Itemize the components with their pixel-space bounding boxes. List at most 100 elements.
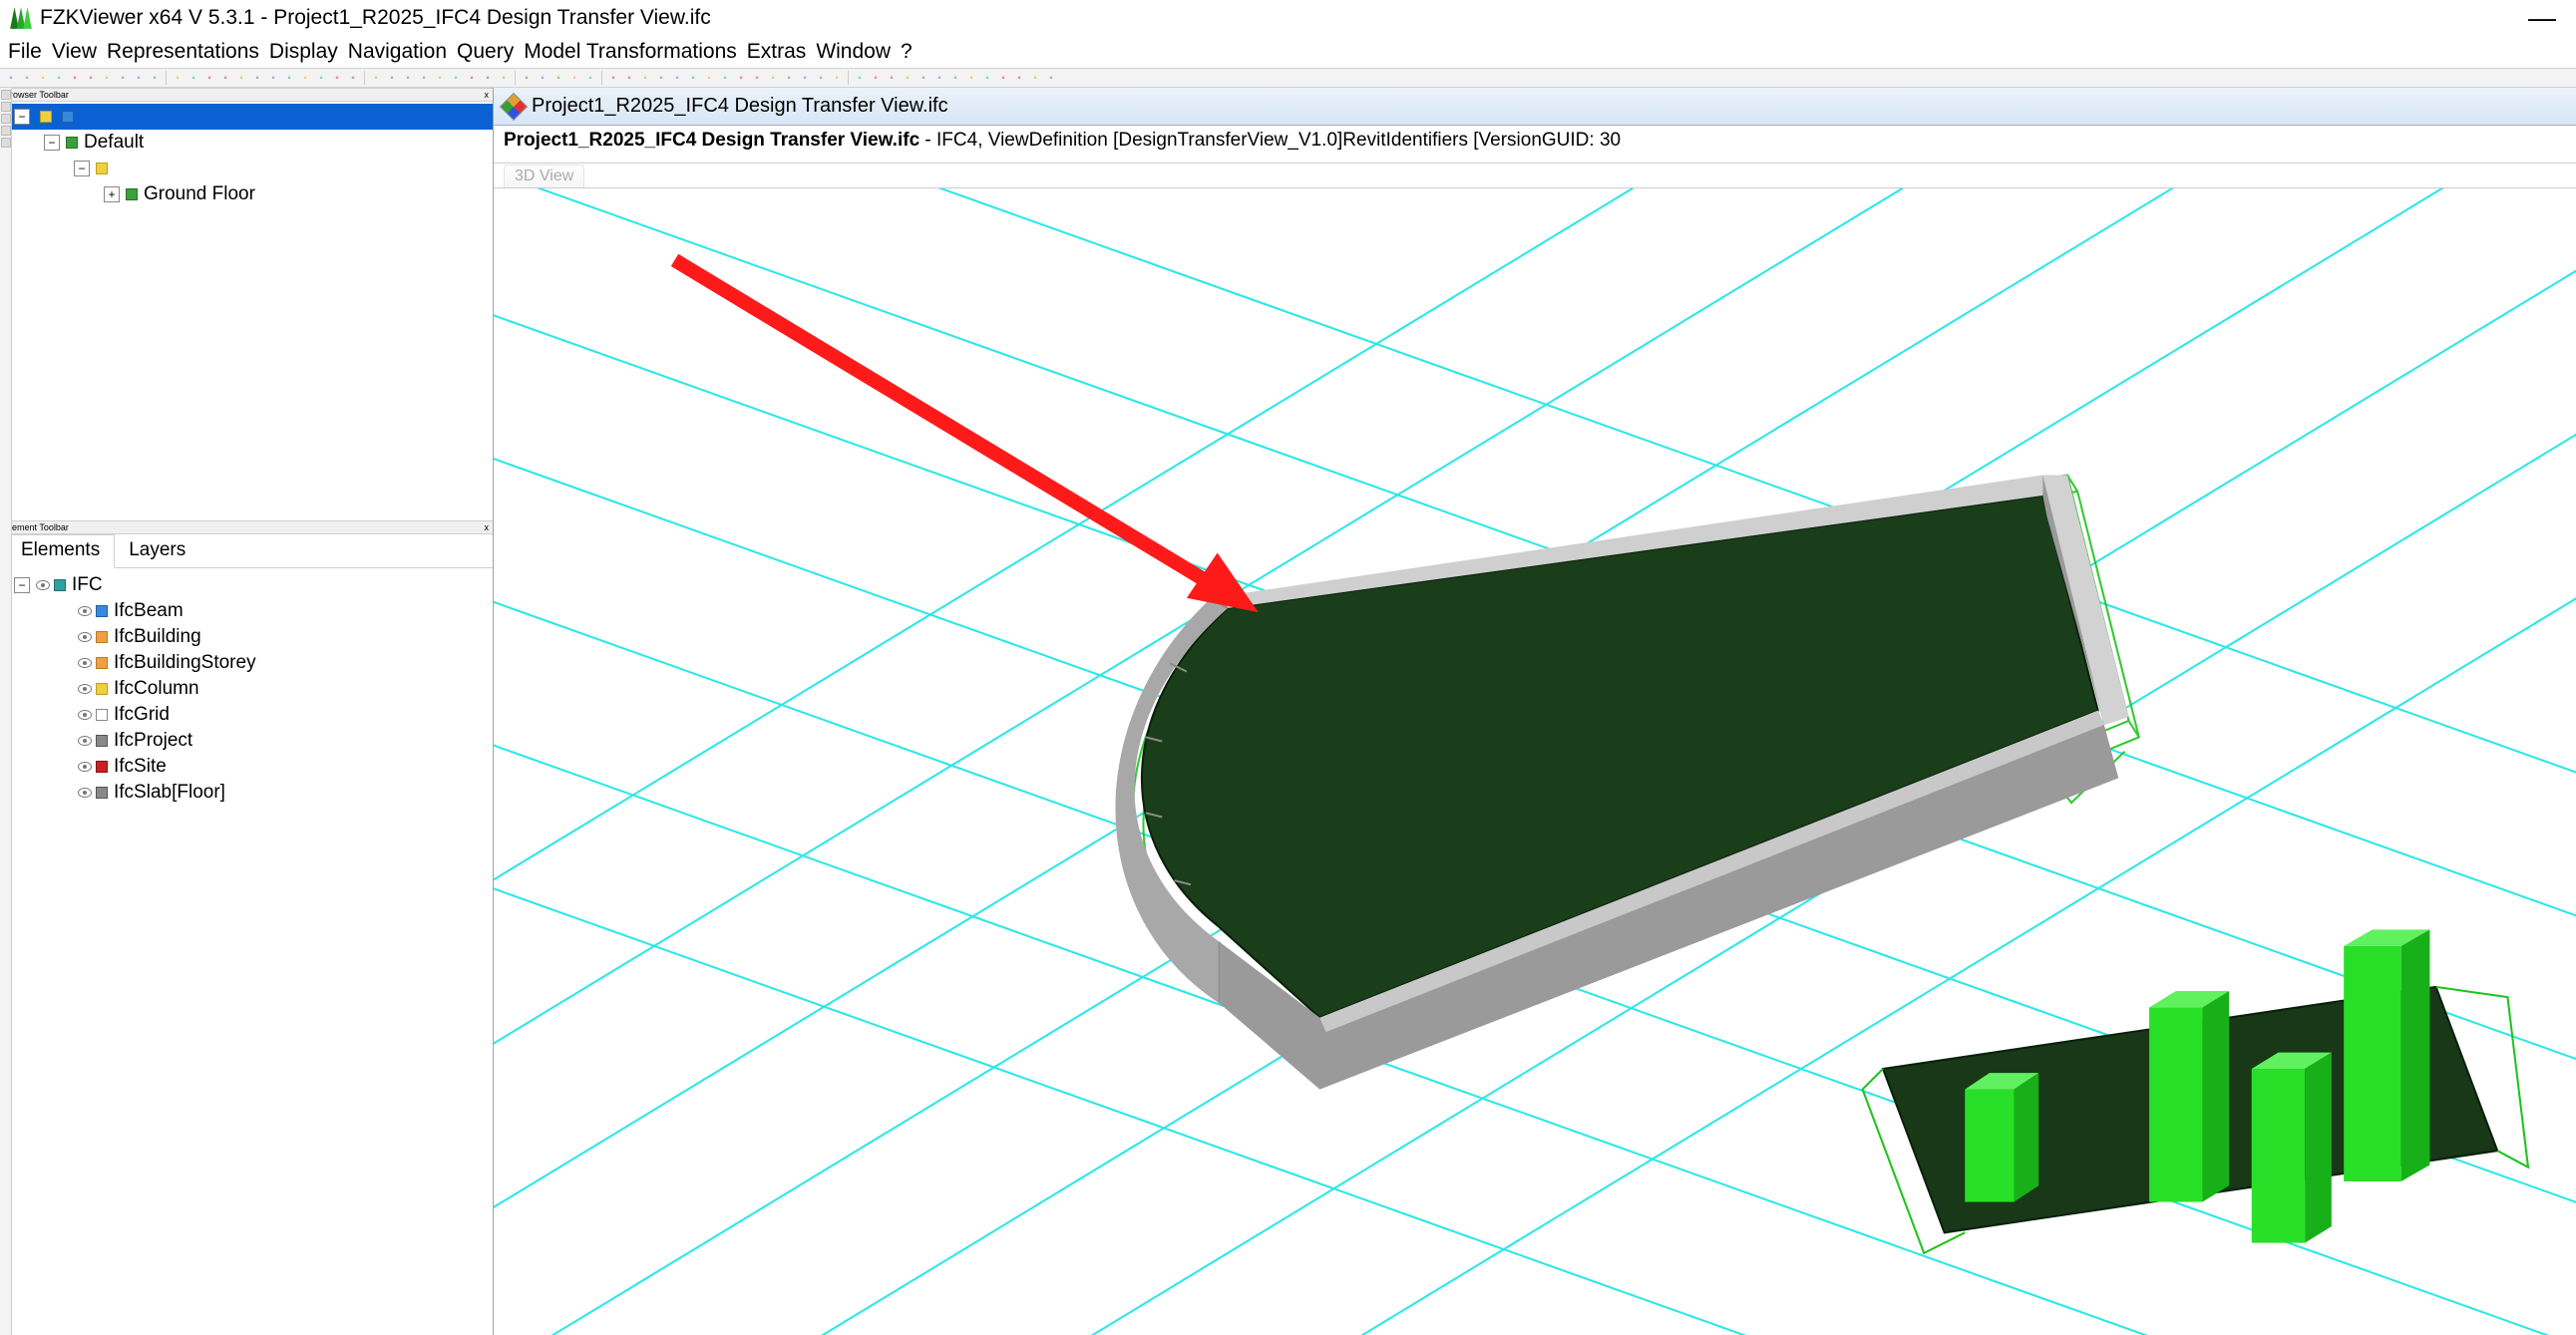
vtool-1[interactable]	[1, 90, 11, 100]
collapse-icon[interactable]	[14, 577, 30, 593]
toolbar-play2-icon[interactable]: ◦	[481, 71, 495, 85]
3d-viewport[interactable]	[494, 187, 2576, 1335]
toolbar-grid-icon[interactable]: ◦	[583, 71, 597, 85]
toolbar-reset-icon[interactable]: ◦	[346, 71, 360, 85]
element-panel-close-icon[interactable]: x	[485, 522, 490, 532]
toolbar-dot8-icon[interactable]: ◦	[798, 71, 812, 85]
toolbar-zoom-out-icon[interactable]: ◦	[234, 71, 248, 85]
menu-extras[interactable]: Extras	[747, 40, 807, 64]
element-row-IfcGrid[interactable]: IfcGrid	[0, 702, 493, 728]
toolbar-copy2-icon[interactable]: ◦	[100, 71, 114, 85]
view-tab-3d[interactable]: 3D View	[504, 165, 584, 187]
visibility-eye-icon[interactable]	[78, 632, 92, 642]
expand-icon[interactable]	[104, 186, 120, 202]
toolbar-dot4-icon[interactable]: ◦	[734, 71, 748, 85]
element-row-IfcBeam[interactable]: IfcBeam	[0, 598, 493, 624]
tab-layers[interactable]: Layers	[115, 535, 199, 567]
menu-query[interactable]: Query	[457, 40, 514, 64]
toolbar-dot5-icon[interactable]: ◦	[750, 71, 764, 85]
document-tab-title[interactable]: Project1_R2025_IFC4 Design Transfer View…	[532, 95, 948, 118]
visibility-eye-icon[interactable]	[78, 736, 92, 746]
toolbar-bar9-icon[interactable]: ◦	[980, 71, 994, 85]
tab-elements[interactable]: Elements	[6, 534, 115, 568]
toolbar-dot2a-icon[interactable]: ◦	[702, 71, 716, 85]
toolbar-bar1-icon[interactable]: ◦	[853, 71, 867, 85]
toolbar-confetti-icon[interactable]: ◦	[622, 71, 636, 85]
toolbar-sel-clear-icon[interactable]: ◦	[401, 71, 415, 85]
element-row-IfcProject[interactable]: IfcProject	[0, 728, 493, 754]
toolbar-split-icon[interactable]: ◦	[536, 71, 550, 85]
visibility-eye-icon[interactable]	[78, 762, 92, 772]
toolbar-bar4-icon[interactable]: ◦	[901, 71, 915, 85]
toolbar-zoom-fit-icon[interactable]: ◦	[250, 71, 264, 85]
toolbar-dot10-icon[interactable]: ◦	[830, 71, 844, 85]
toolbar-open-icon[interactable]: ◦	[4, 71, 18, 85]
toolbar-dropdown-icon[interactable]: ◦	[36, 71, 50, 85]
toolbar-bar7-icon[interactable]: ◦	[948, 71, 962, 85]
toolbar-sel-icon[interactable]: ◦	[369, 71, 383, 85]
menu-representations[interactable]: Representations	[107, 40, 259, 64]
toolbar-bar12-icon[interactable]: ◦	[1028, 71, 1042, 85]
toolbar-bar5-icon[interactable]: ◦	[917, 71, 930, 85]
toolbar-box-icon[interactable]: ◦	[417, 71, 431, 85]
element-row-IFC[interactable]: IFC	[0, 572, 493, 598]
toolbar-orbit2-icon[interactable]: ◦	[314, 71, 328, 85]
toolbar-dot1a-icon[interactable]: ◦	[686, 71, 700, 85]
toolbar-zoom-in-icon[interactable]: ◦	[218, 71, 232, 85]
toolbar-arrow-icon[interactable]: ◦	[186, 71, 200, 85]
browser-row-3[interactable]: Ground Floor	[0, 181, 493, 207]
toolbar-dot2-icon[interactable]: ◦	[670, 71, 684, 85]
element-row-IfcSite[interactable]: IfcSite	[0, 754, 493, 780]
visibility-eye-icon[interactable]	[78, 684, 92, 694]
minimize-button[interactable]: —	[2516, 9, 2568, 27]
toolbar-palette-icon[interactable]: ◦	[606, 71, 620, 85]
toolbar-box2-icon[interactable]: ◦	[433, 71, 447, 85]
toolbar-bar2-icon[interactable]: ◦	[869, 71, 883, 85]
toolbar-dot1-icon[interactable]: ◦	[654, 71, 668, 85]
element-row-IfcBuildingStorey[interactable]: IfcBuildingStorey	[0, 650, 493, 676]
element-row-IfcColumn[interactable]: IfcColumn	[0, 676, 493, 702]
collapse-icon[interactable]	[44, 135, 60, 151]
toolbar-rainbow-icon[interactable]: ◦	[638, 71, 652, 85]
visibility-eye-icon[interactable]	[78, 710, 92, 720]
toolbar-hand-icon[interactable]: ◦	[202, 71, 216, 85]
menu-view[interactable]: View	[52, 40, 97, 64]
toolbar-save-icon[interactable]: ◦	[20, 71, 34, 85]
toolbar-play3-icon[interactable]: ◦	[497, 71, 511, 85]
element-row-IfcBuilding[interactable]: IfcBuilding	[0, 624, 493, 650]
menu-navigation[interactable]: Navigation	[348, 40, 447, 64]
toolbar-sel-all-icon[interactable]: ◦	[385, 71, 399, 85]
toolbar-help-icon[interactable]: ◦	[148, 71, 162, 85]
toolbar-cursor-icon[interactable]: ◦	[171, 71, 184, 85]
toolbar-bar13-icon[interactable]: ◦	[1044, 71, 1058, 85]
visibility-eye-icon[interactable]	[36, 580, 50, 590]
menu-modeltransformations[interactable]: Model Transformations	[524, 40, 737, 64]
toolbar-dot3-icon[interactable]: ◦	[718, 71, 732, 85]
menu-file[interactable]: File	[8, 40, 42, 64]
visibility-eye-icon[interactable]	[78, 606, 92, 616]
toolbar-dot9-icon[interactable]: ◦	[814, 71, 828, 85]
toolbar-dot7-icon[interactable]: ◦	[782, 71, 796, 85]
element-tree[interactable]: IFCIfcBeamIfcBuildingIfcBuildingStoreyIf…	[0, 568, 493, 1335]
toolbar-print-icon[interactable]: ◦	[116, 71, 130, 85]
toolbar-page-icon[interactable]: ◦	[84, 71, 98, 85]
browser-panel-close-icon[interactable]: x	[485, 90, 490, 100]
menu-display[interactable]: Display	[269, 40, 338, 64]
browser-row-0[interactable]	[0, 104, 493, 130]
toolbar-copy-icon[interactable]: ◦	[68, 71, 82, 85]
toolbar-single-icon[interactable]: ◦	[567, 71, 581, 85]
toolbar-dot6-icon[interactable]: ◦	[766, 71, 780, 85]
menu-[interactable]: ?	[901, 40, 913, 64]
toolbar-wrench-icon[interactable]: ◦	[132, 71, 146, 85]
toolbar-layers2-icon[interactable]: ◦	[552, 71, 565, 85]
vtool-2[interactable]	[1, 102, 11, 112]
browser-tree[interactable]: Default Ground Floor	[0, 102, 493, 520]
vtool-4[interactable]	[1, 126, 11, 136]
toolbar-bar10-icon[interactable]: ◦	[996, 71, 1010, 85]
toolbar-pan-icon[interactable]: ◦	[282, 71, 296, 85]
browser-row-2[interactable]	[0, 156, 493, 181]
toolbar-doc-icon[interactable]: ◦	[52, 71, 66, 85]
browser-row-1[interactable]: Default	[0, 130, 493, 156]
toolbar-layer-icon[interactable]: ◦	[520, 71, 534, 85]
toolbar-bar6-icon[interactable]: ◦	[932, 71, 946, 85]
